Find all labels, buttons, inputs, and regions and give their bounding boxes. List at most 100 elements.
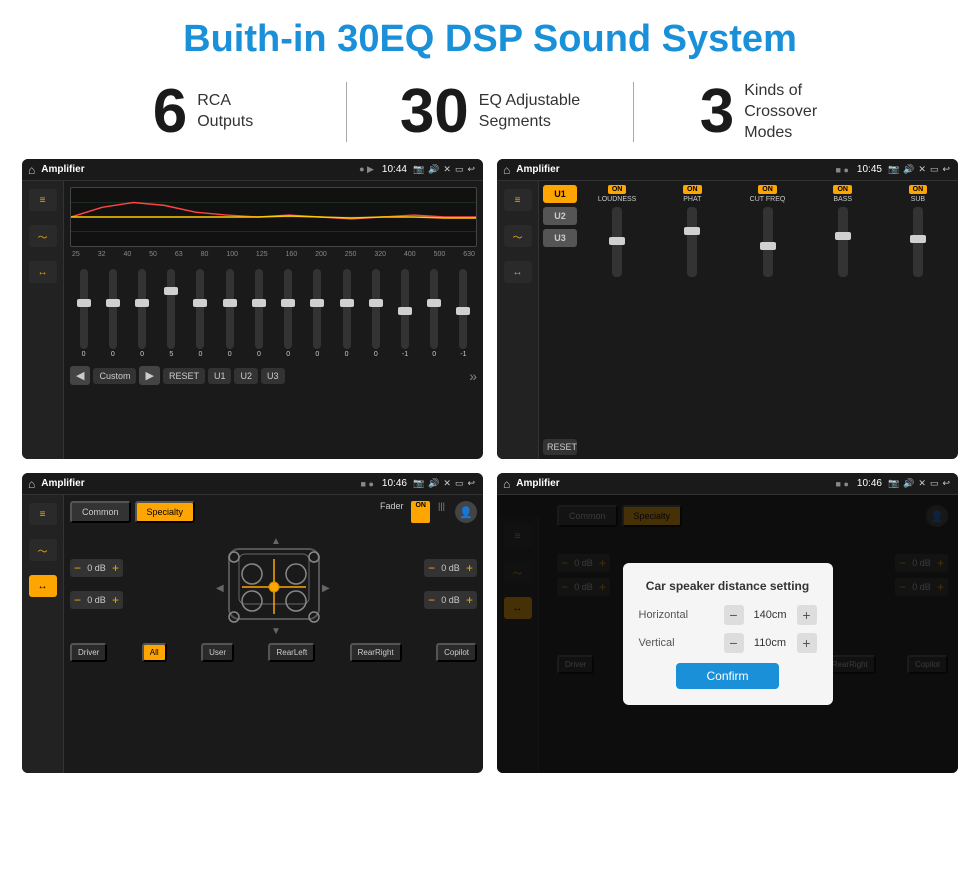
screen2-title: Amplifier (516, 164, 835, 175)
ctrl-bass: ON BASS (807, 185, 879, 455)
fader-on-badge: ON (411, 501, 430, 523)
rearright-btn[interactable]: RearRight (350, 643, 402, 662)
screen1-close-icon[interactable]: ✕ (443, 164, 451, 175)
screen2-back-icon[interactable]: ↩ (942, 164, 950, 175)
loudness-label: LOUDNESS (598, 196, 637, 203)
eq-slider-4: 0 (187, 269, 214, 358)
screen2-eq-icon[interactable]: ≡ (504, 189, 532, 211)
screen4-close-icon[interactable]: ✕ (918, 478, 926, 489)
db-ctrl-tr: − 0 dB + (424, 559, 477, 577)
vertical-stepper[interactable]: − 110cm + (724, 633, 817, 653)
eq-reset-btn[interactable]: RESET (163, 368, 205, 384)
eq-u1-btn[interactable]: U1 (208, 368, 232, 384)
u1-btn[interactable]: U1 (543, 185, 577, 203)
screen2-camera-icon: 📷 (888, 164, 899, 175)
screen3-arrows-icon[interactable]: ↔ (29, 575, 57, 597)
screen2-close-icon[interactable]: ✕ (918, 164, 926, 175)
screen3-main: Common Specialty Fader ON ||| 👤 − 0 dB (64, 495, 483, 773)
cutfreq-slider[interactable] (763, 207, 773, 277)
screen3-window-icon[interactable]: ▭ (455, 478, 464, 489)
screen3-wave-icon[interactable]: 〜 (29, 539, 57, 561)
screen4-window-icon[interactable]: ▭ (930, 478, 939, 489)
db-minus-tl[interactable]: − (74, 561, 81, 575)
vertical-row: Vertical − 110cm + (639, 633, 817, 653)
phat-slider[interactable] (687, 207, 697, 277)
eq-more-icon[interactable]: » (469, 368, 477, 384)
rearleft-btn[interactable]: RearLeft (268, 643, 315, 662)
common-tab[interactable]: Common (70, 501, 131, 523)
screen4-home-icon[interactable]: ⌂ (503, 477, 510, 491)
screen4-title: Amplifier (516, 478, 835, 489)
screen2-home-icon[interactable]: ⌂ (503, 163, 510, 177)
screen2-wave-icon[interactable]: 〜 (504, 225, 532, 247)
screen4-volume-icon: 🔊 (903, 478, 914, 489)
screen4-back-icon[interactable]: ↩ (942, 478, 950, 489)
screen3-back-icon[interactable]: ↩ (467, 478, 475, 489)
eq-prev-btn[interactable]: ◀ (70, 366, 90, 385)
screen3-eq-icon[interactable]: ≡ (29, 503, 57, 525)
sub-slider[interactable] (913, 207, 923, 277)
horizontal-minus[interactable]: − (724, 605, 744, 625)
copilot-btn[interactable]: Copilot (436, 643, 477, 662)
stat-rca: 6 RCAOutputs (60, 81, 346, 143)
driver-btn[interactable]: Driver (70, 643, 107, 662)
screen3-close-icon[interactable]: ✕ (443, 478, 451, 489)
bass-slider[interactable] (838, 207, 848, 277)
eq-u3-btn[interactable]: U3 (261, 368, 285, 384)
db-minus-br[interactable]: − (428, 593, 435, 607)
loudness-slider[interactable] (612, 207, 622, 277)
eq-slider-10: 0 (362, 269, 389, 358)
screen4-body: ≡ 〜 ↔ Common Specialty 👤 −0 dB+ −0 dB+ (497, 495, 958, 773)
tab-row: Common Specialty Fader ON ||| 👤 (70, 501, 477, 523)
db-minus-bl[interactable]: − (74, 593, 81, 607)
sidebar-arrows-icon[interactable]: ↔ (29, 261, 57, 283)
horizontal-stepper[interactable]: − 140cm + (724, 605, 817, 625)
u3-btn[interactable]: U3 (543, 229, 577, 247)
db-row-br: − 0 dB + (424, 591, 477, 609)
screen2-time: 10:45 (857, 164, 882, 175)
screen2-sidebar: ≡ 〜 ↔ (497, 181, 539, 459)
db-minus-tr[interactable]: − (428, 561, 435, 575)
db-plus-tl[interactable]: + (112, 561, 119, 575)
left-db-col: − 0 dB + − 0 dB + (70, 555, 123, 613)
eq-slider-11: -1 (391, 269, 418, 358)
screen1-window-icon[interactable]: ▭ (455, 164, 464, 175)
all-btn[interactable]: All (142, 643, 167, 662)
db-row-tl: − 0 dB + (70, 559, 123, 577)
reset-btn[interactable]: RESET (543, 439, 577, 455)
horizontal-plus[interactable]: + (797, 605, 817, 625)
db-plus-bl[interactable]: + (112, 593, 119, 607)
sub-on-badge: ON (909, 185, 928, 194)
screen1-home-icon[interactable]: ⌂ (28, 163, 35, 177)
vertical-minus[interactable]: − (724, 633, 744, 653)
screen2-window-icon[interactable]: ▭ (930, 164, 939, 175)
sub-label: SUB (911, 196, 925, 203)
u2-btn[interactable]: U2 (543, 207, 577, 225)
eq-slider-0: 0 (70, 269, 97, 358)
db-plus-br[interactable]: + (466, 593, 473, 607)
screen4-camera-icon: 📷 (888, 478, 899, 489)
ctrl-sub: ON SUB (882, 185, 954, 455)
db-val-tr: 0 dB (438, 563, 463, 573)
db-plus-tr[interactable]: + (466, 561, 473, 575)
db-val-br: 0 dB (438, 595, 463, 605)
vertical-plus[interactable]: + (797, 633, 817, 653)
bottom-label-row: Driver All User RearLeft RearRight Copil… (70, 643, 477, 662)
sidebar-eq-icon[interactable]: ≡ (29, 189, 57, 211)
screen-dialog: ⌂ Amplifier ■ ● 10:46 📷 🔊 ✕ ▭ ↩ ≡ 〜 ↔ Co… (497, 473, 958, 773)
avatar-icon[interactable]: 👤 (455, 501, 477, 523)
screen1-back-icon[interactable]: ↩ (467, 164, 475, 175)
specialty-tab[interactable]: Specialty (135, 501, 196, 523)
db-row-bl: − 0 dB + (70, 591, 123, 609)
screen2-arrows-icon[interactable]: ↔ (504, 261, 532, 283)
screen3-camera-icon: 📷 (413, 478, 424, 489)
eq-custom-btn[interactable]: Custom (93, 368, 136, 384)
eq-next-btn[interactable]: ▶ (139, 366, 159, 385)
user-btn[interactable]: User (201, 643, 234, 662)
confirm-button[interactable]: Confirm (676, 663, 778, 689)
sidebar-wave-icon[interactable]: 〜 (29, 225, 57, 247)
eq-slider-12: 0 (421, 269, 448, 358)
eq-u2-btn[interactable]: U2 (234, 368, 258, 384)
screen3-home-icon[interactable]: ⌂ (28, 477, 35, 491)
screen1-dot1: ● ▶ (359, 164, 374, 175)
